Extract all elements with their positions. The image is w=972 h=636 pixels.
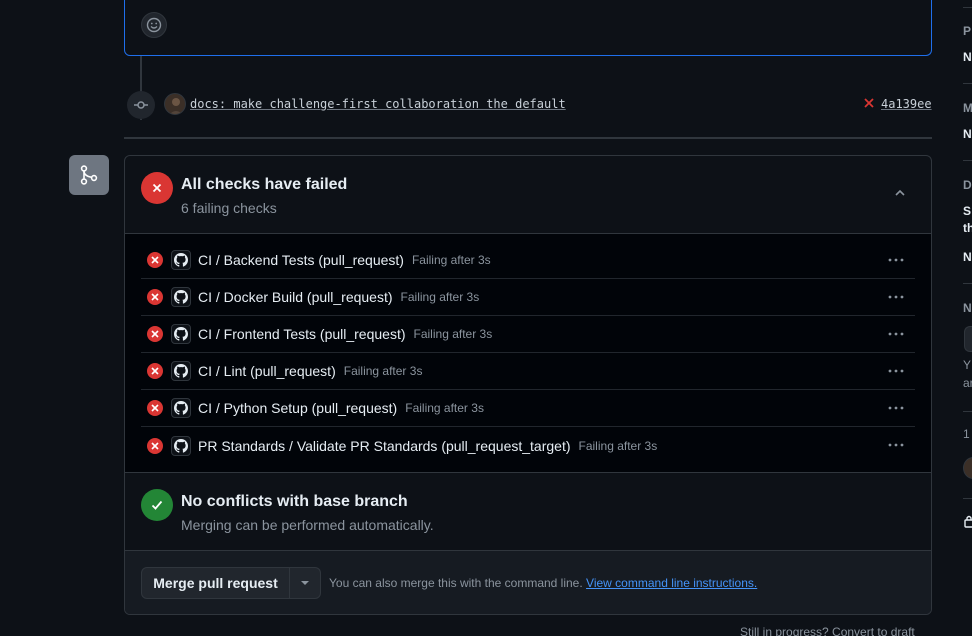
check-row[interactable]: CI / Lint (pull_request) Failing after 3… (141, 353, 915, 390)
sidebar-divider (963, 283, 972, 284)
sidebar-text: 1 (963, 427, 970, 441)
kebab-horizontal-icon[interactable] (885, 435, 907, 455)
check-row[interactable]: PR Standards / Validate PR Standards (pu… (141, 427, 915, 464)
kebab-horizontal-icon[interactable] (885, 250, 907, 270)
check-name[interactable]: CI / Python Setup (pull_request) (198, 400, 397, 416)
sidebar-divider (963, 83, 972, 84)
sidebar-heading: N (963, 301, 972, 315)
sidebar-divider (963, 498, 972, 499)
commit-node (127, 91, 155, 119)
merge-method-dropdown[interactable] (290, 567, 321, 599)
sidebar-value: th (963, 221, 972, 235)
smiley-icon (146, 17, 162, 33)
sidebar-divider (963, 7, 972, 8)
sidebar-value: N (963, 250, 972, 264)
kebab-horizontal-icon[interactable] (885, 324, 907, 344)
kebab-horizontal-icon[interactable] (885, 361, 907, 381)
check-row[interactable]: CI / Docker Build (pull_request) Failing… (141, 279, 915, 316)
triangle-down-icon (301, 581, 309, 585)
check-row[interactable]: CI / Backend Tests (pull_request) Failin… (141, 242, 915, 279)
conflicts-subtitle: Merging can be performed automatically. (181, 517, 434, 533)
merge-pull-request-button[interactable]: Merge pull request (141, 567, 290, 599)
check-status: Failing after 3s (343, 364, 423, 378)
checks-failed-badge (141, 172, 173, 204)
git-merge-badge (69, 155, 109, 195)
github-mark-icon (171, 324, 191, 344)
check-circle-icon (151, 500, 163, 510)
check-name[interactable]: CI / Backend Tests (pull_request) (198, 252, 404, 268)
convert-to-draft-link[interactable]: Still in progress? Convert to draft (740, 625, 915, 636)
merge-footer: Merge pull request You can also merge th… (125, 550, 931, 614)
check-name[interactable]: PR Standards / Validate PR Standards (pu… (198, 438, 571, 454)
sidebar-value: N (963, 50, 972, 64)
sidebar-text: ar (963, 376, 972, 390)
x-circle-icon (147, 252, 163, 268)
x-circle-icon (147, 400, 163, 416)
sidebar-heading: M (963, 101, 972, 115)
checks-header: All checks have failed 6 failing checks (125, 156, 931, 234)
check-status: Failing after 3s (411, 253, 491, 267)
sidebar-heading: P (963, 24, 972, 38)
avatar[interactable] (164, 93, 186, 115)
git-merge-icon (80, 165, 98, 185)
sidebar-value: S (963, 204, 972, 218)
lock-icon (964, 515, 972, 528)
github-mark-icon (171, 361, 191, 381)
check-row[interactable]: CI / Frontend Tests (pull_request) Faili… (141, 316, 915, 353)
check-status: Failing after 3s (400, 290, 480, 304)
timeline-separator (124, 137, 932, 139)
check-row[interactable]: CI / Python Setup (pull_request) Failing… (141, 390, 915, 427)
check-name[interactable]: CI / Lint (pull_request) (198, 363, 336, 379)
conflicts-title: No conflicts with base branch (181, 493, 408, 510)
merge-box: All checks have failed 6 failing checks … (124, 155, 932, 615)
kebab-horizontal-icon[interactable] (885, 398, 907, 418)
emoji-button[interactable] (141, 12, 167, 38)
sidebar-heading: D (963, 178, 972, 192)
no-conflicts-badge (141, 489, 173, 521)
merge-hint-text: You can also merge this with the command… (329, 576, 583, 590)
git-commit-icon (134, 101, 148, 109)
x-circle-icon (152, 183, 162, 193)
sidebar-button[interactable] (964, 326, 972, 352)
checks-title: All checks have failed (181, 176, 348, 193)
sidebar-divider (963, 411, 972, 412)
comment-box (124, 0, 932, 56)
commit-sha-link[interactable]: 4a139ee (881, 97, 932, 111)
check-name[interactable]: CI / Frontend Tests (pull_request) (198, 326, 406, 342)
github-mark-icon (171, 250, 191, 270)
x-circle-icon (147, 437, 163, 454)
avatar[interactable] (963, 457, 972, 479)
sidebar-divider (963, 160, 972, 161)
sidebar-value: N (963, 127, 972, 141)
x-circle-icon (147, 289, 163, 305)
fail-x-icon[interactable] (862, 96, 876, 110)
x-circle-icon (147, 326, 163, 342)
chevron-up-icon (895, 189, 905, 196)
check-status: Failing after 3s (413, 327, 493, 341)
collapse-checks-button[interactable] (889, 182, 911, 204)
check-status: Failing after 3s (578, 438, 658, 453)
sidebar-text: Y (963, 358, 972, 372)
kebab-horizontal-icon[interactable] (885, 287, 907, 307)
github-mark-icon (171, 398, 191, 418)
github-mark-icon (171, 435, 191, 456)
check-name[interactable]: CI / Docker Build (pull_request) (198, 289, 393, 305)
github-mark-icon (171, 287, 191, 307)
x-circle-icon (147, 363, 163, 379)
check-status: Failing after 3s (405, 401, 484, 415)
merge-hint: You can also merge this with the command… (329, 576, 757, 590)
checks-subtitle: 6 failing checks (181, 200, 277, 216)
checks-list: CI / Backend Tests (pull_request) Failin… (125, 234, 931, 473)
commit-message-link[interactable]: docs: make challenge-first collaboration… (190, 97, 566, 111)
command-line-instructions-link[interactable]: View command line instructions. (586, 576, 757, 590)
